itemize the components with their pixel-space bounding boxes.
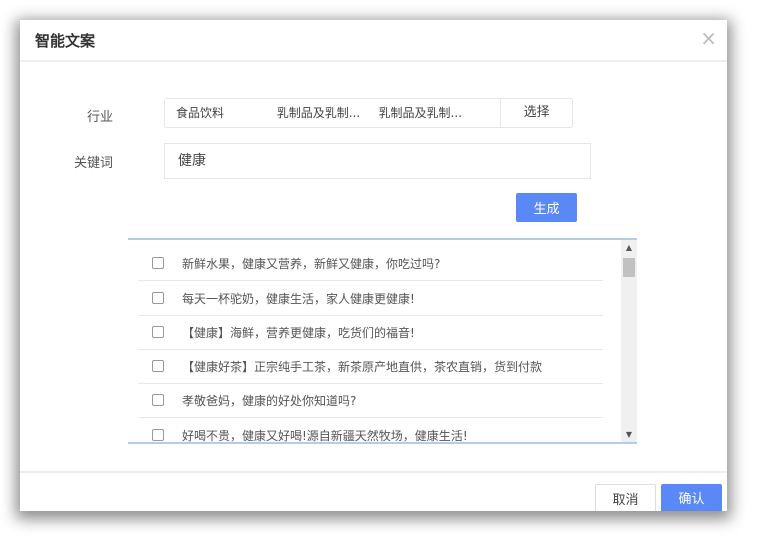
keyword-input[interactable] [164,143,591,179]
checkbox[interactable] [152,394,164,406]
checkbox[interactable] [152,360,164,372]
results-list: 新鲜水果，健康又营养，新鲜又健康，你吃过吗? 每天一杯驼奶，健康生活，家人健康更… [128,238,637,444]
item-text: 新鲜水果，健康又营养，新鲜又健康，你吃过吗? [182,256,441,271]
list-item[interactable]: 【健康好茶】正宗纯手工茶，新茶原产地直供，茶农直销，货到付款 [138,349,603,384]
close-icon[interactable]: × [700,26,717,50]
industry-select-button[interactable]: 选择 [500,99,572,127]
checkbox[interactable] [152,429,164,441]
cancel-button[interactable]: 取消 [595,484,656,511]
list-item[interactable]: 孝敬爸妈，健康的好处你知道吗? [138,383,603,418]
checkbox[interactable] [152,326,164,338]
industry-level-2: 乳制品及乳制... [276,106,361,120]
item-text: 【健康好茶】正宗纯手工茶，新茶原产地直供，茶农直销，货到付款 [182,359,543,374]
scroll-down-icon[interactable]: ▼ [621,430,637,439]
footer-divider [20,471,727,473]
industry-level-1: 食品饮料 [176,106,225,120]
generate-button[interactable]: 生成 [516,193,577,222]
list-item[interactable]: 新鲜水果，健康又营养，新鲜又健康，你吃过吗? [138,246,603,281]
confirm-button[interactable]: 确认 [661,484,722,511]
checkbox[interactable] [152,257,164,269]
scrollbar-thumb[interactable] [623,258,635,277]
smart-copy-dialog: 智能文案 × 行业 食品饮料 乳制品及乳制... 乳制品及乳制... 选择 关键… [20,20,727,511]
industry-level-3: 乳制品及乳制... [378,106,462,120]
dialog-header: 智能文案 × [20,20,727,62]
scrollbar[interactable]: ▲ ▼ [621,240,637,442]
checkbox[interactable] [152,292,164,304]
keyword-label: 关键词 [73,156,113,171]
item-text: 好喝不贵，健康又好喝!源自新疆天然牧场，健康生活! [182,428,468,443]
item-text: 每天一杯驼奶，健康生活，家人健康更健康! [182,291,415,306]
industry-selector[interactable]: 食品饮料 乳制品及乳制... 乳制品及乳制... 选择 [164,98,573,128]
list-item[interactable]: 每天一杯驼奶，健康生活，家人健康更健康! [138,281,603,316]
industry-label: 行业 [86,110,113,125]
item-text: 【健康】海鲜，营养更健康，吃货们的福音! [182,325,415,340]
item-text: 孝敬爸妈，健康的好处你知道吗? [182,393,357,408]
list-item[interactable]: 【健康】海鲜，营养更健康，吃货们的福音! [138,315,603,350]
scroll-up-icon[interactable]: ▲ [621,243,637,252]
list-item[interactable]: 好喝不贵，健康又好喝!源自新疆天然牧场，健康生活! [138,418,603,443]
dialog-title: 智能文案 [35,32,96,50]
